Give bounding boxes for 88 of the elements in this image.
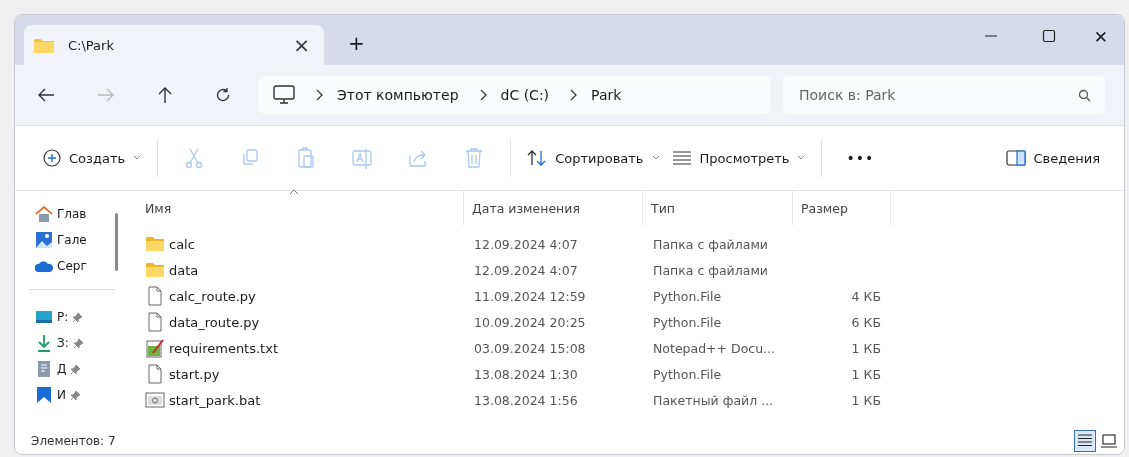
- details-view-button[interactable]: [1074, 430, 1096, 452]
- column-header[interactable]: Размер: [793, 191, 891, 225]
- more-button[interactable]: •••: [832, 146, 889, 170]
- sidebar-item[interactable]: Р:: [35, 304, 115, 330]
- details-pane-icon: [1005, 150, 1026, 166]
- create-button[interactable]: Создать: [37, 145, 148, 171]
- monitor-icon: [1101, 434, 1117, 448]
- computer-icon: [273, 85, 295, 105]
- close-tab-button[interactable]: ×: [293, 33, 310, 57]
- refresh-icon[interactable]: [215, 87, 231, 103]
- chevron-icon[interactable]: [315, 89, 323, 101]
- address-bar[interactable]: Этот компьютер dC (C:) Park: [259, 76, 771, 114]
- date-cell: 11.09.2024 12:59: [474, 288, 586, 304]
- file-name[interactable]: requirements.txt: [169, 340, 278, 356]
- new-tab-button[interactable]: +: [348, 31, 365, 55]
- type-cell: Папка с файлами: [653, 262, 768, 278]
- file-name[interactable]: calc: [169, 236, 195, 252]
- download-icon: [35, 334, 53, 352]
- folder-icon: [145, 234, 165, 254]
- maximize-icon[interactable]: [1041, 29, 1056, 43]
- sidebar-item[interactable]: З:: [35, 330, 115, 356]
- sort-caret-icon: [289, 189, 299, 195]
- file-icon: [145, 364, 165, 384]
- sidebar-item[interactable]: Гале: [35, 227, 115, 253]
- details-button[interactable]: Сведения: [999, 146, 1106, 170]
- file-icon: [145, 286, 165, 306]
- date-cell: 13.08.2024 1:56: [474, 392, 578, 408]
- date-cell: 12.09.2024 4:07: [474, 262, 578, 278]
- column-header[interactable]: Имя: [137, 191, 464, 225]
- breadcrumb-item[interactable]: dC (C:): [500, 87, 550, 103]
- scrollbar-thumb[interactable]: [115, 213, 118, 271]
- type-cell: Python.File: [653, 366, 722, 382]
- folder-tab[interactable]: C:\Park ×: [24, 25, 324, 65]
- list-lines-icon: [1077, 434, 1093, 448]
- desktop-icon: [35, 308, 53, 326]
- file-name[interactable]: data_route.py: [169, 314, 260, 330]
- home-icon: [35, 205, 53, 223]
- search-field[interactable]: Поиск в: Park: [783, 76, 1105, 114]
- sidebar-item[interactable]: И: [35, 382, 115, 408]
- file-name[interactable]: start.py: [169, 366, 220, 382]
- notepad-file-icon: [145, 338, 165, 358]
- size-cell: 4 КБ: [851, 288, 881, 304]
- column-header[interactable]: Тип: [643, 191, 793, 225]
- documents-icon: [35, 360, 53, 378]
- breadcrumb-item[interactable]: Park: [591, 87, 622, 103]
- item-count: Элементов: 7: [31, 434, 116, 448]
- gallery-icon: [35, 231, 53, 249]
- back-icon[interactable]: [37, 87, 55, 103]
- date-cell: 03.09.2024 15:08: [474, 340, 586, 356]
- plus-circle-icon: [43, 149, 61, 167]
- file-name[interactable]: start_park.bat: [169, 392, 261, 408]
- up-icon[interactable]: [157, 86, 173, 104]
- size-cell: 1 КБ: [851, 366, 881, 382]
- close-button[interactable]: ✕: [1093, 27, 1108, 47]
- lines-icon: [671, 151, 692, 165]
- folder-icon: [145, 260, 165, 280]
- size-cell: 1 КБ: [851, 392, 881, 408]
- type-cell: Пакетный файл ...: [653, 392, 774, 408]
- type-cell: Папка с файлами: [653, 236, 768, 252]
- date-cell: 13.08.2024 1:30: [474, 366, 578, 382]
- sort-button[interactable]: Сортировать: [521, 145, 666, 171]
- sort-arrows-icon: [527, 149, 548, 167]
- batch-file-icon: [145, 390, 165, 410]
- type-cell: Notepad++ Docu...: [653, 340, 776, 356]
- pictures-icon: [35, 386, 53, 404]
- sidebar-item[interactable]: Серг: [35, 253, 115, 279]
- file-icon: [145, 312, 165, 332]
- sidebar-item[interactable]: Глав: [35, 201, 115, 227]
- date-cell: 10.09.2024 20:25: [474, 314, 586, 330]
- type-cell: Python.File: [653, 288, 722, 304]
- sidebar-item[interactable]: Д: [35, 356, 115, 382]
- type-cell: Python.File: [653, 314, 722, 330]
- chevron-down-icon: [797, 155, 806, 161]
- breadcrumb-item[interactable]: Этот компьютер: [337, 87, 459, 103]
- view-button[interactable]: Просмотреть: [665, 146, 812, 170]
- search-icon: [1078, 89, 1091, 102]
- file-name[interactable]: calc_route.py: [169, 288, 256, 304]
- date-cell: 12.09.2024 4:07: [474, 236, 578, 252]
- chevron-icon[interactable]: [569, 89, 578, 101]
- file-name[interactable]: data: [169, 262, 199, 278]
- size-cell: 6 КБ: [851, 314, 881, 330]
- size-cell: 1 КБ: [851, 340, 881, 356]
- column-header[interactable]: Дата изменения: [464, 191, 643, 225]
- chevron-down-icon: [133, 155, 142, 161]
- folder-icon: [34, 37, 54, 53]
- chevron-down-icon: [651, 155, 660, 161]
- chevron-icon[interactable]: [478, 89, 487, 101]
- tab-title: C:\Park: [68, 37, 115, 53]
